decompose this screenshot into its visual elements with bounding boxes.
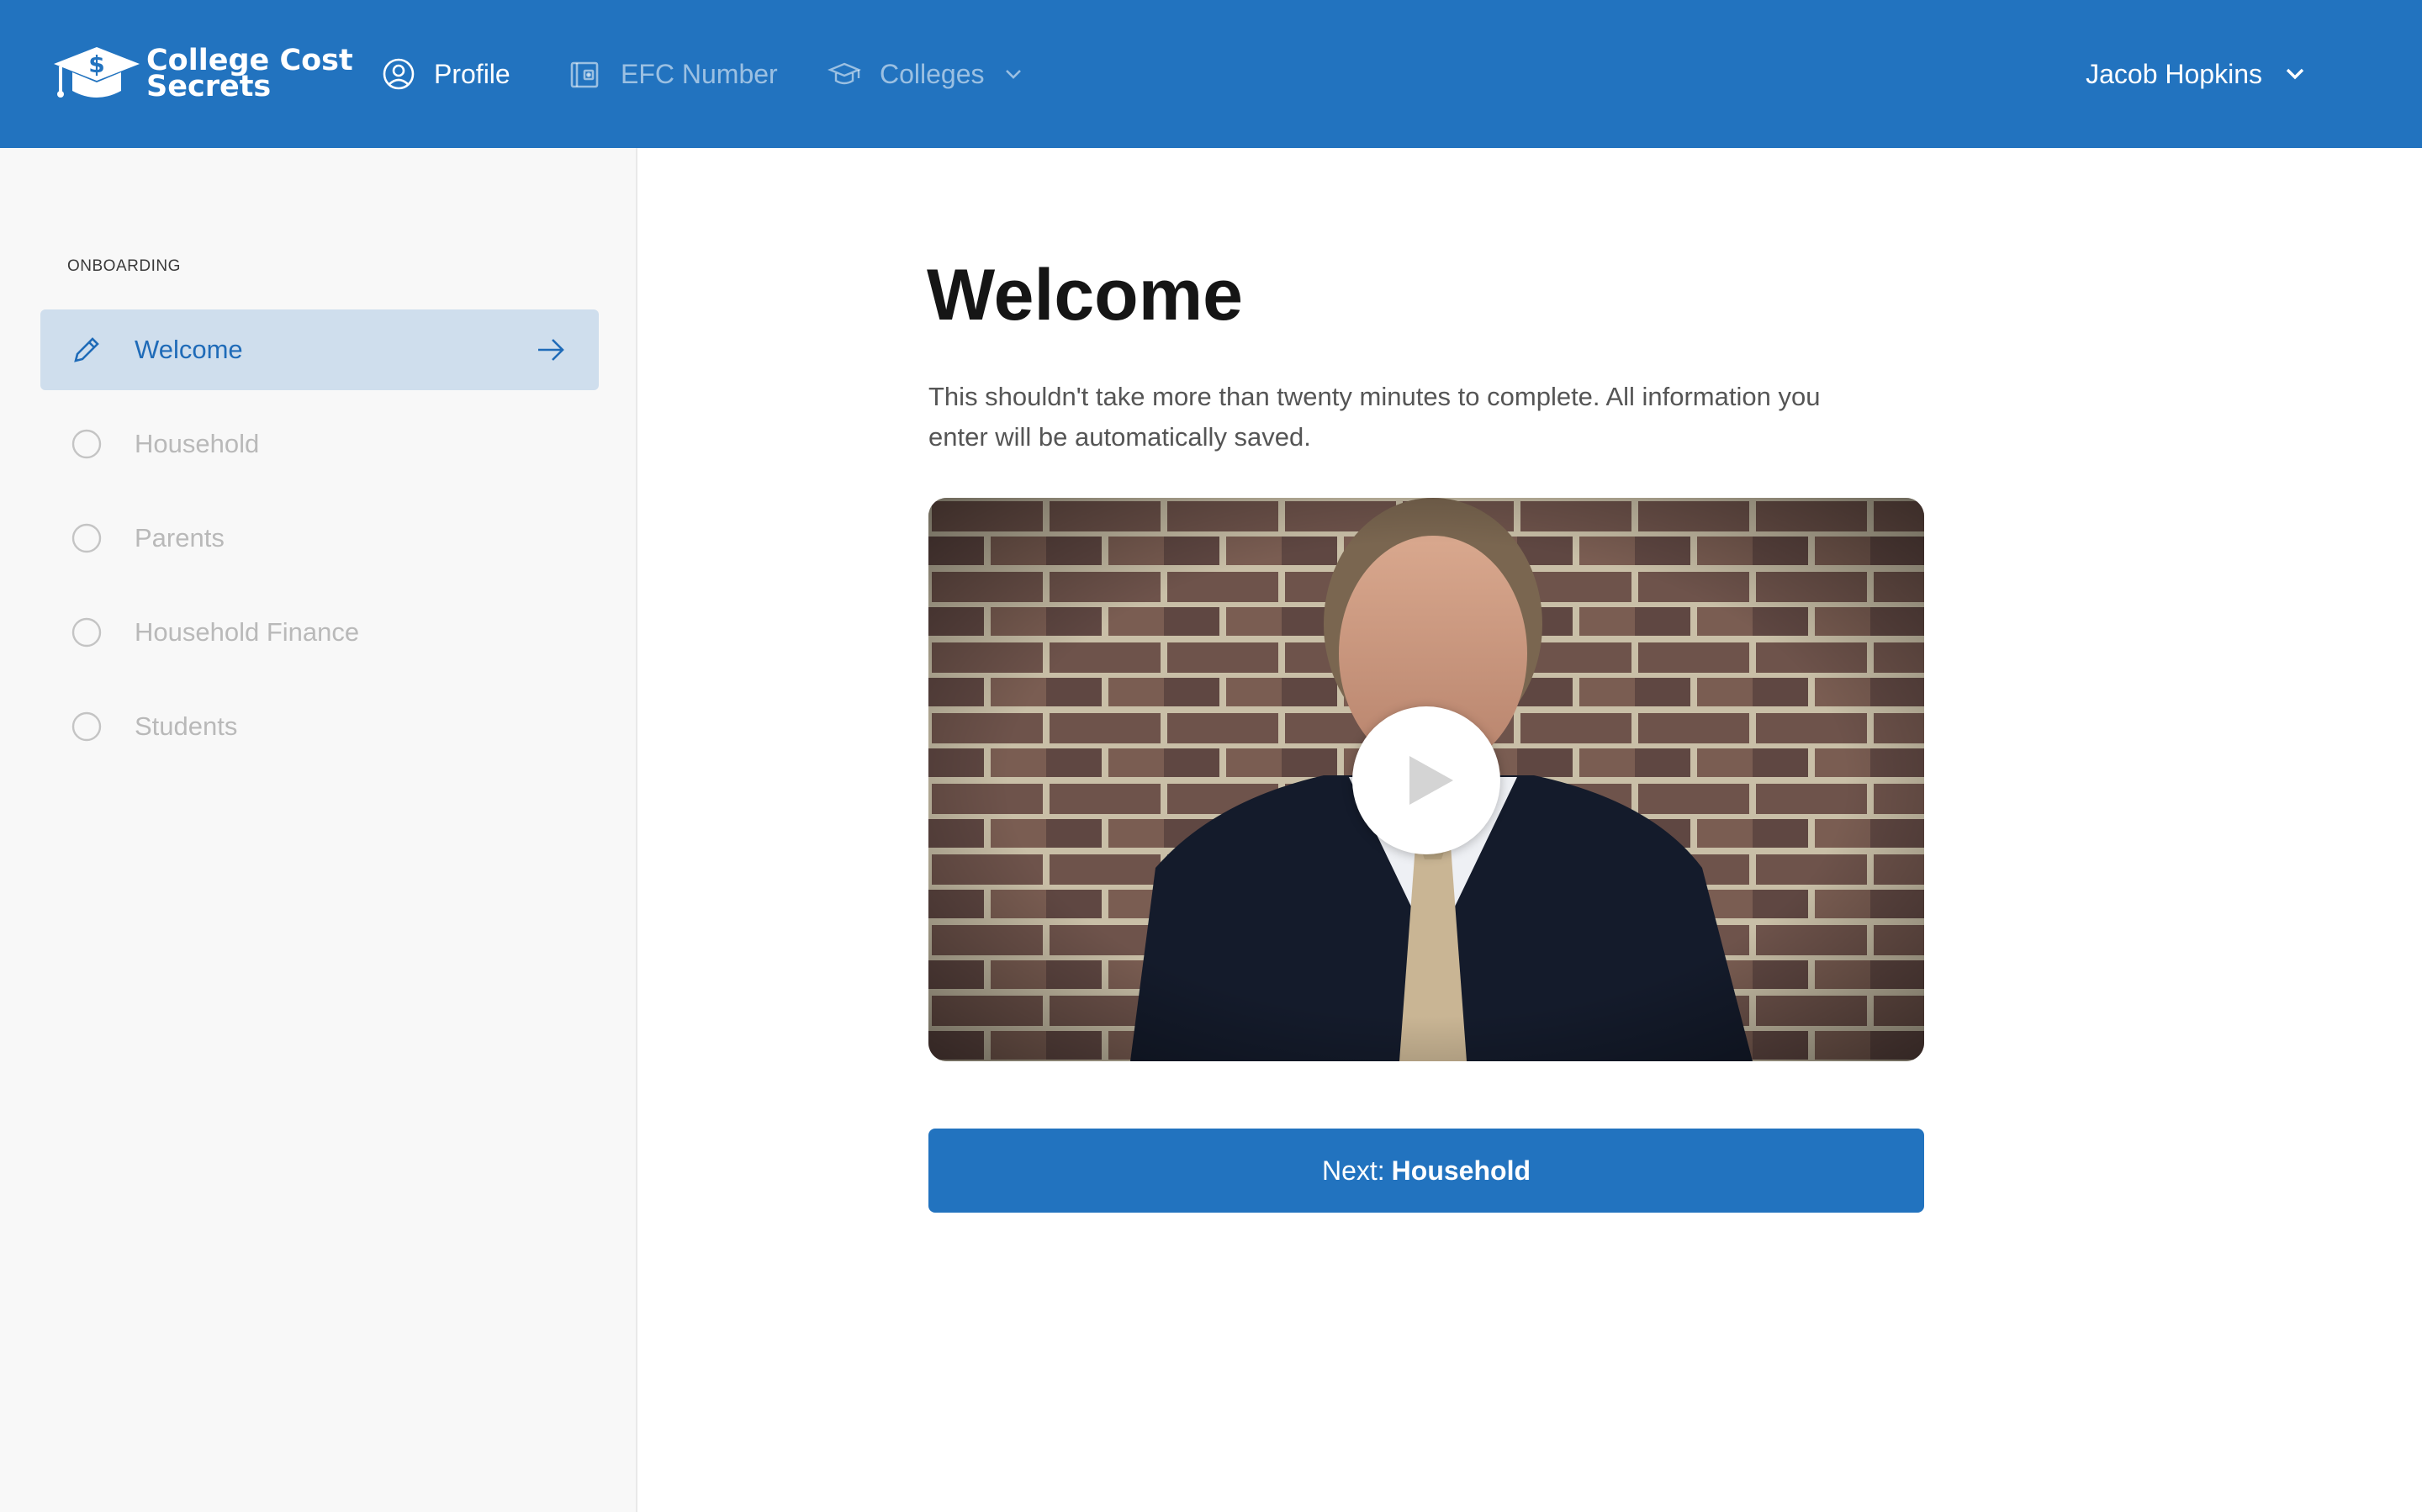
sidebar-step-household[interactable]: Household <box>40 404 599 484</box>
sidebar-step-household-finance[interactable]: Household Finance <box>40 592 599 673</box>
nav-profile[interactable]: Profile <box>382 54 510 94</box>
play-icon <box>1409 756 1453 805</box>
page-title: Welcome <box>927 255 1243 336</box>
sidebar-step-label: Household <box>135 429 260 458</box>
chevron-down-icon <box>2286 68 2304 80</box>
arrow-right-icon <box>538 339 564 361</box>
sidebar-step-students[interactable]: Students <box>40 686 599 767</box>
next-step-button[interactable]: Next: Household <box>928 1129 1924 1213</box>
next-button-prefix: Next: <box>1321 1155 1385 1186</box>
graduation-cap-icon <box>828 62 861 85</box>
nav-colleges[interactable]: Colleges <box>828 54 1025 94</box>
sidebar-step-label: Parents <box>135 523 225 552</box>
user-circle-icon <box>383 58 415 90</box>
graduation-cap-dollar-icon: $ <box>54 47 140 98</box>
circle-icon <box>71 711 102 742</box>
user-menu[interactable]: Jacob Hopkins <box>2086 54 2308 94</box>
circle-icon <box>71 617 102 648</box>
sidebar-section-label: ONBOARDING <box>67 257 181 275</box>
chevron-down-icon <box>1005 70 1021 79</box>
nav-colleges-label: Colleges <box>880 58 985 89</box>
sidebar-step-label: Welcome <box>135 335 243 364</box>
brand-name: College Cost Secrets <box>146 46 353 103</box>
svg-text:$: $ <box>88 50 104 78</box>
play-button[interactable] <box>1352 706 1500 854</box>
welcome-video[interactable] <box>928 498 1924 1061</box>
brand-logo[interactable]: $ College Cost Secrets <box>52 44 353 104</box>
nav-efc-number-label: EFC Number <box>621 58 778 89</box>
onboarding-sidebar: ONBOARDING Welcome Household Parents Hou… <box>0 148 637 1512</box>
nav-profile-label: Profile <box>434 58 510 89</box>
sidebar-step-label: Household Finance <box>135 617 360 647</box>
pencil-icon <box>74 337 99 362</box>
top-navbar: $ College Cost Secrets Profile EFC Numbe… <box>0 0 2422 148</box>
sidebar-step-parents[interactable]: Parents <box>40 498 599 579</box>
sidebar-step-label: Students <box>135 711 238 741</box>
wallet-icon <box>570 61 599 88</box>
intro-text: This shouldn't take more than twenty min… <box>928 382 1821 452</box>
sidebar-step-welcome[interactable]: Welcome <box>40 309 599 390</box>
next-button-target: Household <box>1391 1155 1531 1186</box>
circle-icon <box>71 429 102 459</box>
circle-icon <box>71 523 102 553</box>
user-name: Jacob Hopkins <box>2086 58 2262 89</box>
brand-name-line2: Secrets <box>146 70 272 103</box>
nav-efc-number[interactable]: EFC Number <box>568 54 778 94</box>
